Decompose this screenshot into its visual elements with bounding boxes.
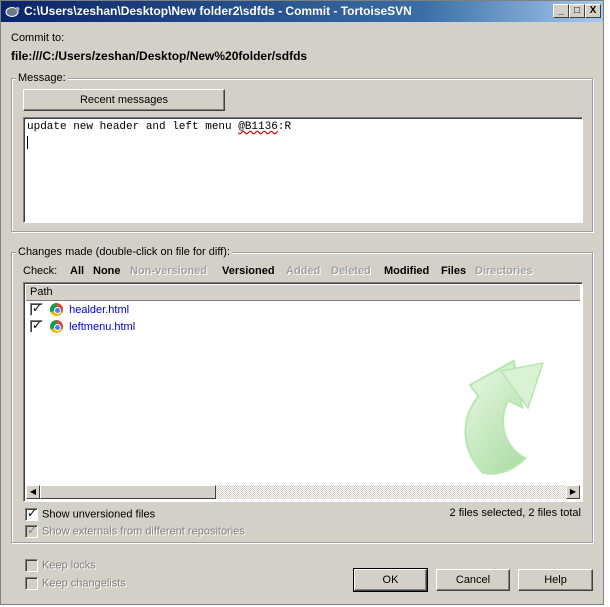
file-name[interactable]: leftmenu.html: [69, 321, 135, 333]
keep-locks-checkbox[interactable]: [25, 559, 38, 572]
filter-directories-link[interactable]: Directories: [475, 265, 532, 277]
filter-nonversioned-link[interactable]: Non-versioned: [130, 265, 207, 277]
ok-button[interactable]: OK: [353, 568, 428, 592]
scroll-right-arrow-icon[interactable]: ▶: [566, 485, 580, 499]
show-unversioned-label: Show unversioned files: [42, 508, 156, 521]
minimize-button[interactable]: _: [553, 4, 569, 18]
scroll-left-arrow-icon[interactable]: ◀: [26, 485, 40, 499]
help-button[interactable]: Help: [518, 569, 593, 591]
maximize-button[interactable]: □: [569, 4, 585, 18]
filter-modified-link[interactable]: Modified: [384, 265, 429, 277]
window-title: C:\Users\zeshan\Desktop\New folder2\sdfd…: [24, 4, 412, 18]
keep-changelists-label: Keep changelists: [42, 577, 126, 590]
cancel-button[interactable]: Cancel: [436, 569, 510, 591]
filter-versioned-link[interactable]: Versioned: [222, 265, 275, 277]
message-text: update new header and left menu: [27, 121, 239, 133]
commit-to-url: file:///C:/Users/zeshan/Desktop/New%20fo…: [11, 49, 308, 63]
file-name[interactable]: healder.html: [69, 304, 129, 316]
selection-status: 2 files selected, 2 files total: [449, 507, 581, 519]
message-flagged-word: @B1136: [238, 121, 278, 133]
filter-all-link[interactable]: All: [70, 265, 84, 277]
filter-files-link[interactable]: Files: [441, 265, 466, 277]
show-externals-checkbox[interactable]: ✓: [25, 523, 38, 538]
chrome-html-file-icon: [50, 320, 64, 333]
tortoisesvn-app-icon: [5, 7, 20, 17]
keep-locks-label: Keep locks: [42, 559, 96, 572]
file-checkbox[interactable]: ✓: [30, 301, 43, 316]
text-caret: [27, 136, 28, 149]
keep-changelists-option[interactable]: Keep changelists: [25, 577, 126, 590]
scroll-thumb[interactable]: [40, 485, 216, 499]
file-row[interactable]: ✓ leftmenu.html: [30, 318, 135, 336]
commit-message-textarea[interactable]: update new header and left menu @B1136:R: [23, 117, 583, 223]
filter-deleted-link[interactable]: Deleted: [331, 265, 371, 277]
filter-added-link[interactable]: Added: [286, 265, 320, 277]
message-text-tail: :R: [277, 121, 292, 133]
commit-dialog: C:\Users\zeshan\Desktop\New folder2\sdfd…: [0, 0, 604, 605]
show-unversioned-checkbox[interactable]: ✓: [25, 506, 38, 521]
horizontal-scrollbar[interactable]: ◀ ▶: [26, 485, 580, 499]
tortoisesvn-commit-logo-icon: [464, 359, 545, 475]
show-unversioned-option[interactable]: ✓ Show unversioned files: [25, 506, 156, 521]
recent-messages-button[interactable]: Recent messages: [23, 89, 225, 111]
file-row[interactable]: ✓ healder.html: [30, 301, 129, 319]
check-label: Check:: [23, 265, 58, 277]
title-bar[interactable]: C:\Users\zeshan\Desktop\New folder2\sdfd…: [1, 1, 603, 22]
show-externals-label: Show externals from different repositori…: [42, 525, 245, 538]
commit-to-label: Commit to:: [11, 32, 65, 44]
changes-group-label: Changes made (double-click on file for d…: [16, 246, 232, 258]
file-checkbox[interactable]: ✓: [30, 318, 43, 333]
keep-changelists-checkbox[interactable]: [25, 577, 38, 590]
chrome-html-file-icon: [50, 303, 64, 316]
close-button[interactable]: X: [585, 4, 601, 18]
filter-none-link[interactable]: None: [93, 265, 121, 277]
keep-locks-option[interactable]: Keep locks: [25, 559, 96, 572]
show-externals-option[interactable]: ✓ Show externals from different repositor…: [25, 523, 245, 538]
message-group-label: Message:: [16, 72, 68, 84]
column-header-path[interactable]: Path: [26, 285, 580, 301]
